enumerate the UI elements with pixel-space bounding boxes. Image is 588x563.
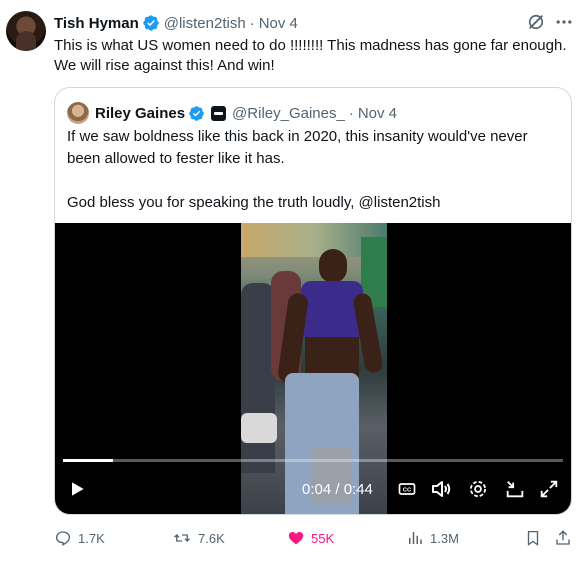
svg-text:CC: CC: [403, 488, 412, 494]
reply-button[interactable]: 1.7K: [54, 528, 105, 548]
share-icon: [556, 530, 570, 545]
like-button[interactable]: 55K: [287, 528, 334, 548]
views-button[interactable]: 1.3M: [406, 528, 459, 548]
tweet-text: This is what US women need to do !!!!!!!…: [54, 37, 567, 74]
video-time: 0:04 / 0:44: [302, 481, 373, 498]
bookmark-icon: [527, 530, 539, 546]
like-icon: [288, 532, 304, 545]
exit-fullscreen-icon[interactable]: [504, 477, 526, 501]
view-count: 1.3M: [430, 530, 459, 546]
quote-header: Riley Gaines @Riley_Gaines_ · Nov 4: [67, 102, 397, 124]
tweet-header: Tish Hyman @listen2tish · Nov 4: [54, 13, 298, 33]
views-icon: [409, 532, 422, 544]
dot-separator: ·: [249, 14, 255, 32]
video-progress-bar[interactable]: [63, 459, 563, 462]
bookmark-button[interactable]: [524, 528, 548, 548]
like-count: 55K: [311, 530, 335, 546]
repost-icon: [174, 534, 190, 542]
fullscreen-icon[interactable]: [538, 477, 560, 501]
video-frame: [241, 223, 387, 514]
dot-separator: ·: [348, 104, 354, 122]
verified-icon: [143, 15, 159, 31]
repost-count: 7.6K: [198, 530, 225, 546]
quote-text: If we saw boldness like this back in 202…: [67, 128, 528, 211]
quoted-tweet[interactable]: Riley Gaines @Riley_Gaines_ · Nov 4 If w…: [54, 87, 572, 515]
repost-button[interactable]: 7.6K: [172, 528, 225, 548]
volume-icon[interactable]: [429, 477, 453, 501]
more-icon[interactable]: [553, 12, 575, 32]
affiliate-badge-icon: [211, 105, 227, 121]
video-progress-fill: [63, 459, 113, 462]
author-handle[interactable]: @listen2tish: [164, 15, 246, 32]
settings-icon[interactable]: [467, 477, 489, 501]
verified-icon: [189, 105, 204, 121]
share-button[interactable]: [554, 528, 578, 548]
video-player[interactable]: 0:04 / 0:44 CC: [55, 223, 571, 514]
quote-author-avatar: [67, 102, 89, 124]
reply-count: 1.7K: [78, 530, 105, 546]
quote-date: Nov 4: [357, 104, 398, 122]
reply-icon: [55, 531, 71, 546]
author-name[interactable]: Tish Hyman: [54, 15, 139, 32]
author-avatar[interactable]: [6, 11, 46, 51]
quote-author-handle: @Riley_Gaines_: [232, 104, 345, 122]
tweet-date[interactable]: Nov 4: [259, 15, 298, 32]
action-bar: 1.7K 7.6K 55K 1.3M: [54, 528, 574, 548]
grok-icon[interactable]: [526, 12, 546, 32]
play-icon[interactable]: [67, 477, 87, 501]
quote-author-name: Riley Gaines: [95, 104, 186, 122]
captions-icon[interactable]: CC: [397, 477, 417, 501]
